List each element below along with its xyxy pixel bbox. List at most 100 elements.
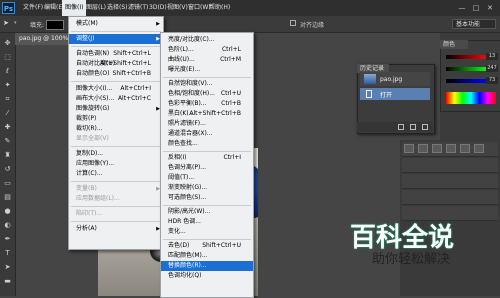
menu-item[interactable]: 变化... bbox=[161, 227, 253, 237]
shape-icon[interactable]: ▬ bbox=[3, 277, 12, 286]
minimize-button[interactable]: — bbox=[456, 3, 468, 13]
menu-item[interactable]: 图像大小(I)... Alt+Ctrl+I bbox=[69, 84, 163, 94]
marquee-icon[interactable]: ⬚ bbox=[3, 53, 12, 62]
path-selection-icon[interactable]: ➤ bbox=[3, 263, 12, 272]
panel-icon[interactable] bbox=[404, 144, 414, 153]
menu-item[interactable]: 曲线(U)... Ctrl+M bbox=[161, 55, 253, 65]
panel-icon[interactable] bbox=[418, 144, 428, 153]
menu-item[interactable]: 曝光度(E)... bbox=[161, 65, 253, 75]
eraser-icon[interactable]: ▭ bbox=[3, 179, 12, 188]
menu-item-label: 色阶(L)... bbox=[168, 46, 194, 53]
dodge-icon[interactable]: ◐ bbox=[3, 221, 12, 230]
menu-item[interactable]: 图像旋转(G) ▶ bbox=[69, 104, 163, 114]
panel-row[interactable] bbox=[402, 190, 498, 205]
panel-row[interactable] bbox=[402, 174, 498, 189]
menu-item[interactable]: 黑白(K)... Alt+Shift+Ctrl+B bbox=[161, 109, 253, 119]
menu-item[interactable]: 可选颜色(S)... bbox=[161, 193, 253, 203]
menu-item-label: 自动颜色(O) bbox=[76, 70, 110, 77]
menu-separator bbox=[71, 221, 161, 222]
menubar-item[interactable]: 帮助(H) bbox=[206, 0, 233, 16]
brush-icon[interactable]: ✎ bbox=[3, 137, 12, 146]
panel-icon[interactable] bbox=[432, 144, 442, 153]
red-slider[interactable] bbox=[446, 55, 486, 59]
menu-item[interactable]: 色阶(L)... Ctrl+L bbox=[161, 45, 253, 55]
color-spectrum[interactable] bbox=[446, 92, 496, 104]
green-value[interactable]: 247 bbox=[486, 65, 498, 72]
text-icon[interactable]: T bbox=[3, 249, 12, 258]
menu-item[interactable]: 照片滤镜(F)... bbox=[161, 119, 253, 129]
red-value[interactable]: 13 bbox=[486, 53, 498, 60]
menu-item-label: 色调均化(Q) bbox=[168, 272, 202, 279]
menu-item[interactable]: 自动颜色(O) Shift+Ctrl+B bbox=[69, 69, 163, 79]
close-button[interactable]: ✕ bbox=[484, 3, 496, 13]
maximize-button[interactable]: □ bbox=[470, 3, 482, 13]
new-document-icon[interactable] bbox=[398, 124, 404, 130]
eyedropper-icon[interactable]: ⁄ bbox=[3, 109, 12, 118]
menu-item[interactable]: 陷印(T)... bbox=[69, 209, 163, 219]
menu-item[interactable]: 色相/饱和度(H)... Ctrl+U bbox=[161, 89, 253, 99]
menu-item[interactable]: 匹配颜色(M)... bbox=[161, 251, 253, 261]
menu-item-shortcut: Ctrl+B bbox=[221, 100, 241, 107]
menu-item[interactable]: 阈值(T)... bbox=[161, 173, 253, 183]
menu-item[interactable]: 自动对比度(U) Alt+Shift+Ctrl+L bbox=[69, 59, 163, 69]
menu-item[interactable]: 模式(M) ▶ bbox=[69, 19, 163, 29]
workspace-select[interactable]: 基本功能 bbox=[452, 19, 496, 29]
lasso-icon[interactable]: ℓ bbox=[3, 67, 12, 76]
menu-item[interactable]: 应用图像(Y)... bbox=[69, 159, 163, 169]
stamp-icon[interactable]: ♜ bbox=[3, 151, 12, 160]
menu-item-label: 应用数据组(L)... bbox=[76, 195, 120, 202]
menu-item[interactable]: 色彩平衡(B)... Ctrl+B bbox=[161, 99, 253, 109]
healing-brush-icon[interactable]: ✚ bbox=[3, 123, 12, 132]
menu-item[interactable]: 变量(B) ▶ bbox=[69, 184, 163, 194]
panel-icon[interactable] bbox=[460, 144, 470, 153]
menu-item[interactable]: 自动色调(N) Shift+Ctrl+L bbox=[69, 49, 163, 59]
blue-value[interactable]: 73 bbox=[486, 77, 498, 84]
color-panel-tab[interactable]: 颜色 bbox=[440, 40, 468, 49]
camera-icon[interactable] bbox=[410, 124, 416, 130]
gradient-icon[interactable]: ▤ bbox=[3, 193, 12, 202]
menu-item[interactable]: 裁切(R)... bbox=[69, 124, 163, 134]
menu-item[interactable]: 自然饱和度(V)... bbox=[161, 79, 253, 89]
move-tool-icon[interactable]: ➤ bbox=[3, 19, 9, 27]
blue-slider[interactable] bbox=[446, 79, 486, 83]
menu-item-shortcut: Alt+Shift+Ctrl+L bbox=[100, 60, 151, 67]
history-brush-icon[interactable]: ↺ bbox=[3, 165, 12, 174]
pen-icon[interactable]: ✒ bbox=[3, 235, 12, 244]
align-edges-checkbox[interactable] bbox=[290, 20, 296, 26]
panel-icon[interactable] bbox=[446, 144, 456, 153]
menu-item-label: 颜色查找... bbox=[168, 140, 198, 147]
menu-item[interactable]: HDR 色调... bbox=[161, 217, 253, 227]
menu-item[interactable]: 计算(C)... bbox=[69, 169, 163, 179]
menu-item[interactable]: 显示全部(V) bbox=[69, 134, 163, 144]
dropdown-arrow-icon[interactable]: ▾ bbox=[14, 20, 17, 26]
panel-icon[interactable] bbox=[474, 144, 484, 153]
menu-item[interactable]: 色调均化(Q) bbox=[161, 271, 253, 281]
magic-wand-icon[interactable]: ✦ bbox=[3, 81, 12, 90]
snapshot-label: pao.jpg bbox=[380, 76, 403, 83]
watermark-subtitle: 助你轻松解决 bbox=[372, 252, 451, 267]
panel-row[interactable] bbox=[402, 206, 498, 221]
menu-item[interactable]: 阴影/高光(W)... bbox=[161, 207, 253, 217]
menu-item[interactable]: 渐变映射(G)... bbox=[161, 183, 253, 193]
menu-item[interactable]: 反相(I) Ctrl+I bbox=[161, 153, 253, 163]
crop-icon[interactable]: ⌗ bbox=[3, 95, 12, 104]
menu-item[interactable]: 通道混合器(X)... bbox=[161, 129, 253, 139]
green-slider[interactable] bbox=[446, 67, 486, 71]
menu-item[interactable]: 分析(A) ▶ bbox=[69, 224, 163, 234]
menu-item[interactable]: 应用数据组(L)... bbox=[69, 194, 163, 204]
menu-item[interactable]: 去色(D) Shift+Ctrl+U bbox=[161, 241, 253, 251]
menu-item[interactable]: 亮度/对比度(C)... bbox=[161, 35, 253, 45]
menu-separator bbox=[71, 31, 161, 32]
menu-item[interactable]: 复制(D)... bbox=[69, 149, 163, 159]
menu-item[interactable]: 裁剪(P) bbox=[69, 114, 163, 124]
menu-item[interactable]: 替换颜色(R)... bbox=[161, 261, 253, 271]
blur-icon[interactable]: ● bbox=[3, 207, 12, 216]
fill-swatch[interactable] bbox=[46, 20, 64, 30]
menu-item[interactable]: 色调分离(P)... bbox=[161, 163, 253, 173]
menu-item[interactable]: 画布大小(S)... Alt+Ctrl+C bbox=[69, 94, 163, 104]
menu-item[interactable]: 颜色查找... bbox=[161, 139, 253, 149]
move-icon[interactable]: ✥ bbox=[3, 39, 12, 48]
trash-icon[interactable] bbox=[422, 124, 428, 130]
menu-item[interactable]: 调整(J) ▶ bbox=[69, 34, 163, 44]
panel-row[interactable] bbox=[402, 158, 498, 173]
